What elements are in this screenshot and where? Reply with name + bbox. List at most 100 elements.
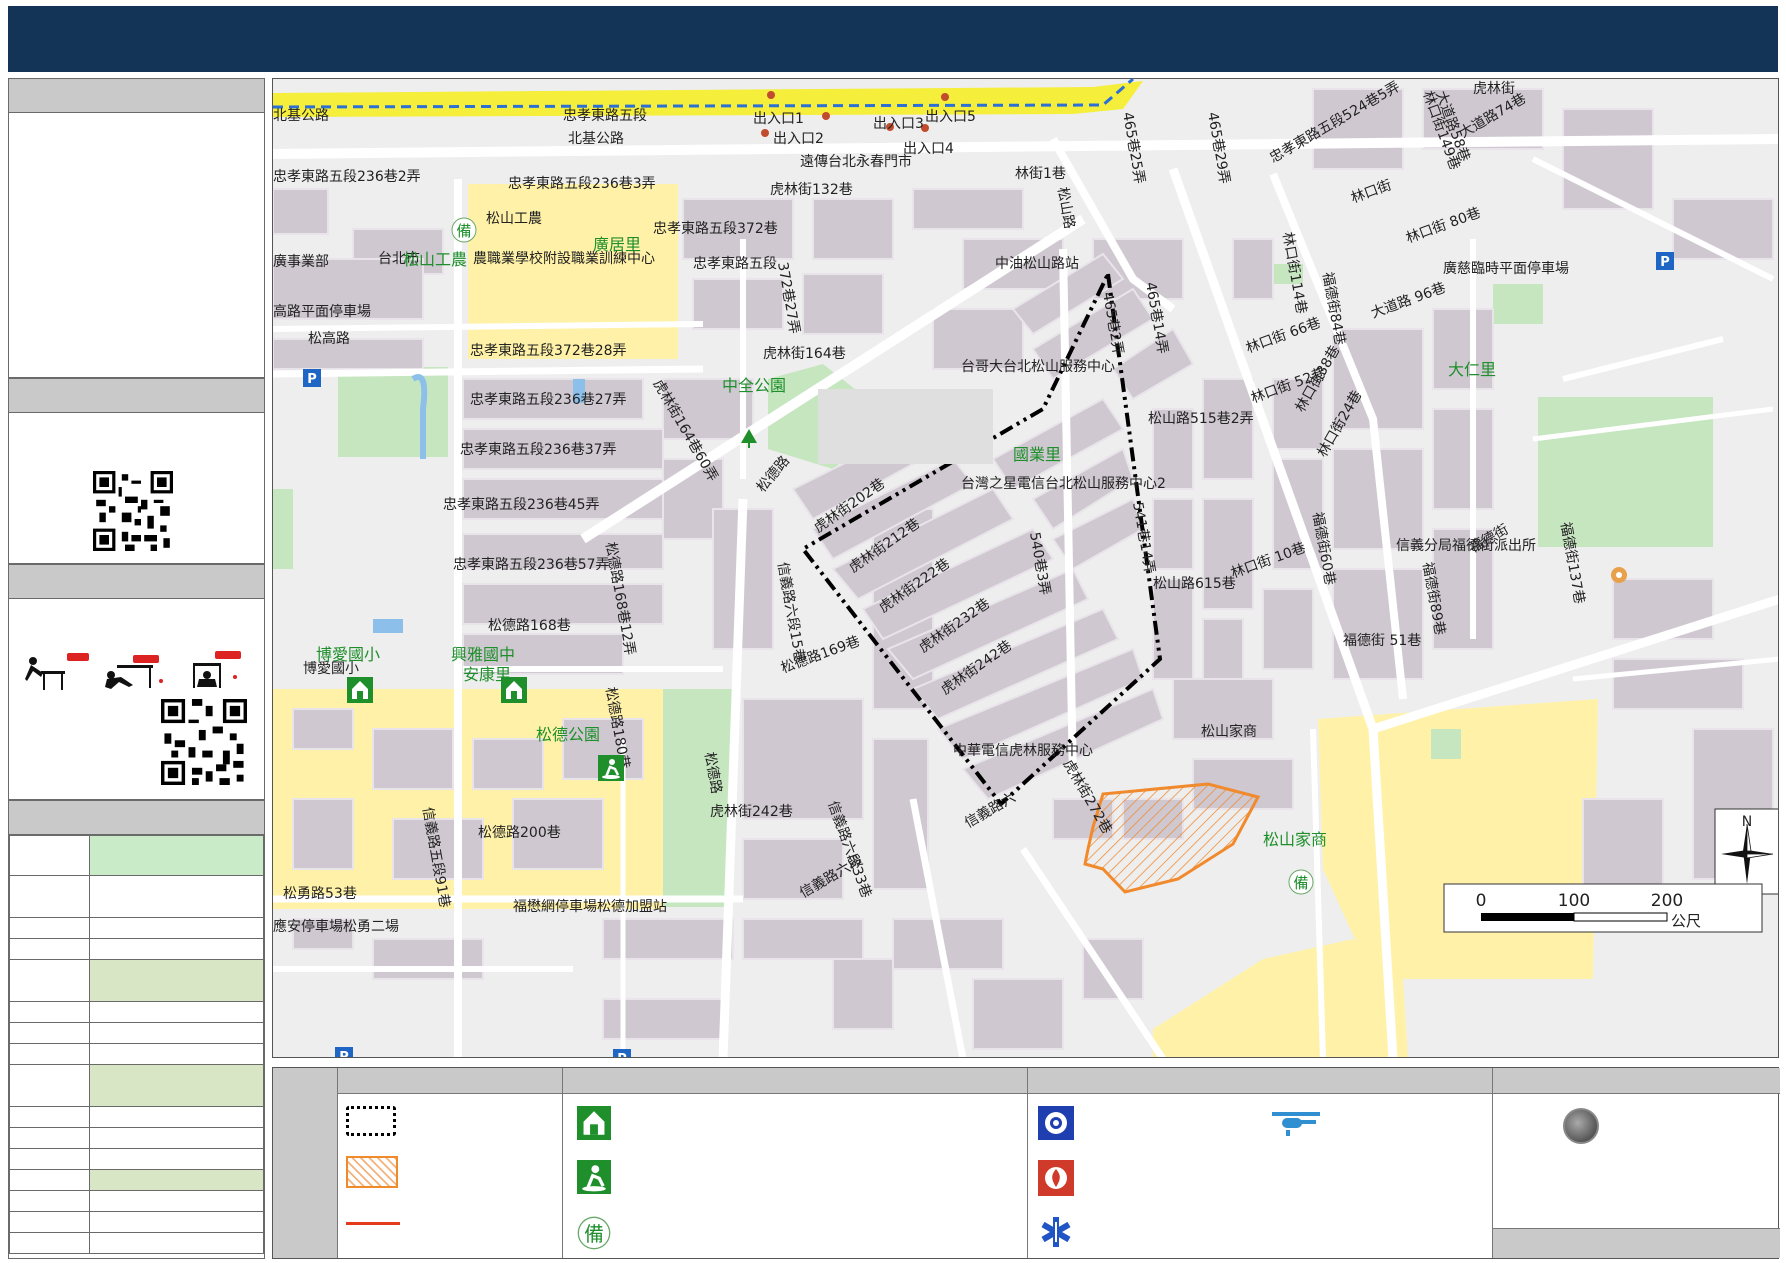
legend-other-column [1492,1068,1780,1258]
title-bar [8,6,1778,72]
street-label-s81: 林街1巷 [1015,166,1066,182]
reserve-icon: 備 [1288,869,1314,895]
scale-tick-200: 200 [1651,891,1683,911]
street-label-s21: 忠孝東路五段236巷37弄 [460,442,617,458]
shelter-legend-icon [577,1106,611,1140]
street-label-s3: 北基公路 [568,130,624,147]
street-label-s45: 中油松山路站 [995,256,1079,272]
scale-tick-0: 0 [1476,891,1487,911]
street-label-s85: 松山工農 [486,211,542,227]
street-label-s66: 福德街 51巷 [1343,633,1421,649]
quake-safety-panel [8,564,265,800]
police-station-icon [1611,567,1627,583]
quake-panel-header [9,565,264,599]
street-label-s22: 忠孝東路五段236巷45弄 [443,497,600,513]
evac-park-icon [598,755,624,781]
parking-icon: P [335,1047,353,1058]
info-panel-header [9,79,264,113]
street-label-s48: 中華電信虎林服務中心 [953,743,1093,759]
street-label-s37: 松德路200巷 [478,825,561,841]
helicopter-legend-icon [1272,1106,1320,1138]
street-label-s2: 忠孝東路五段 [563,108,647,124]
north-label: N [1742,814,1752,830]
qr-code-icon[interactable] [93,471,173,551]
label-mask [818,389,993,464]
street-label-s9: 遠傳台北永春門市 [800,153,912,170]
street-label-s13: 忠孝東路五段372巷 [653,221,778,237]
hazard-legend-icon [346,1156,398,1188]
legend-shelter-column: 備 [562,1068,1027,1258]
place-label-g1: 松山工農 [403,250,467,269]
stats-panel [8,800,265,1259]
street-label-s24: 松德路168巷 [488,618,571,634]
legend-area-column [337,1068,562,1258]
place-label-g2: 廣居里 [593,235,641,254]
route-legend-icon [346,1222,400,1225]
street-label-s46: 台哥大台北松山服務中心 [961,359,1115,375]
place-label-g6: 博愛國小 [316,645,380,664]
street-label-s65: 信義分局福德街派出所 [1396,537,1536,554]
quake-qr-code-icon[interactable] [161,699,247,785]
street-label-s19: 虎林街164巷 [763,346,846,362]
street-label-s84: 廣事業部 [273,253,329,270]
legend-title-cell [273,1068,337,1258]
scale-tick-100: 100 [1558,891,1590,911]
medical-legend-icon [1038,1214,1074,1250]
street-label-s52: 松山路515巷2弄 [1148,411,1254,427]
info-panel [8,78,265,378]
parking-icon: P [613,1049,631,1058]
place-label-g9: 松德公園 [536,725,600,744]
street-label-s41: 應安停車場松勇二場 [273,918,399,935]
svg-text:P: P [307,372,317,387]
svg-text:P: P [339,1050,349,1058]
scale-bar: 0 100 200 公尺 [1443,883,1763,933]
stats-table [9,835,264,1254]
police-legend-icon [1038,1106,1074,1140]
street-label-s55: 松山路615巷 [1153,576,1236,592]
street-label-s69: 虎林街 [1473,81,1515,97]
street-label-s8: 出入口5 [925,109,976,125]
street-label-s36: 虎林街242巷 [710,804,793,820]
street-label-s20: 忠孝東路五段236巷27弄 [470,392,627,408]
street-label-s10: 忠孝東路五段236巷2弄 [273,169,421,185]
shelter-icon [347,677,373,703]
svg-text:備: 備 [1293,874,1308,892]
street-label-s17: 高路平面停車場 [273,303,371,320]
parking-icon: P [1656,252,1674,270]
evacuation-map[interactable]: 北基公路 忠孝東路五段 北基公路 出入口1 出入口2 出入口3 出入口4 出入口5 遠傳台北永春… [272,78,1779,1058]
boundary-legend-icon [346,1106,396,1136]
legend-footer [1493,1228,1780,1258]
svg-text:備: 備 [456,222,471,240]
place-label-g3: 中全公園 [722,376,786,395]
place-label-g4: 國業里 [1013,445,1061,464]
svg-text:P: P [1660,255,1670,270]
street-label-s18: 忠孝東路五段372巷28弄 [470,343,627,359]
shelter-icon [501,677,527,703]
street-label-s4: 出入口1 [753,111,804,127]
street-label-s39: 松勇路53巷 [283,886,357,902]
fire-legend-icon [1038,1160,1074,1196]
street-label-s23: 忠孝東路五段236巷57弄 [453,557,610,573]
street-label-s47: 台灣之星電信台北松山服務中心2 [961,476,1166,492]
pond [373,619,403,633]
street-label-s11: 忠孝東路五段236巷3弄 [508,176,656,192]
legend-panel: 備 [272,1067,1780,1259]
street-label-s6: 出入口3 [873,116,924,132]
evac-park-legend-icon [577,1160,611,1194]
reserve-legend-icon: 備 [577,1216,611,1250]
reserve-icon: 備 [451,217,477,243]
street-label-s68: 松山家商 [1201,723,1257,740]
stats-panel-header [9,801,264,835]
street-label-s14: 忠孝東路五段 [693,256,777,272]
qr-panel [8,378,265,564]
map-canvas: 北基公路 忠孝東路五段北基公路出入口1出入口2出入口3出入口4出入口5遠傳台北永春… [273,79,1778,1058]
street-label-s64: 廣慈臨時平面停車場 [1443,260,1569,277]
place-label-g5: 大仁里 [1448,360,1496,379]
qr-panel-header [9,379,264,413]
gray-circle-legend-icon [1563,1108,1599,1144]
place-label-g10: 松山家商 [1263,830,1327,849]
legend-facility-column [1027,1068,1492,1258]
street-label-s40: 福懋網停車場松德加盟站 [513,898,667,915]
svg-text:P: P [617,1052,627,1058]
parking-icon: P [303,369,321,387]
